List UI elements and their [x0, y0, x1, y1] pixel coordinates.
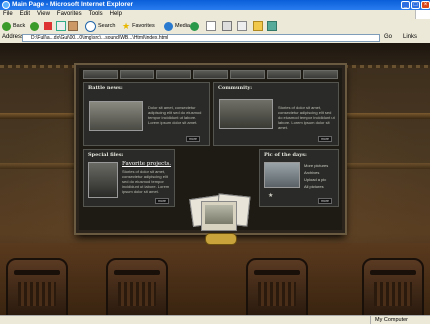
menu-help[interactable]: Help: [107, 10, 126, 17]
special-files-more-button[interactable]: more: [155, 198, 169, 204]
battle-news-text: Dolor sit amet, consectetur adipiscing e…: [148, 105, 202, 125]
favorites-button[interactable]: ★ Favorites: [122, 21, 155, 31]
crate-decoration: [6, 258, 68, 315]
title-bar: Main Page - Microsoft Internet Explorer …: [0, 0, 430, 10]
menu-file[interactable]: File: [0, 10, 17, 17]
crate-decoration: [362, 258, 424, 315]
star-icon: ★: [122, 20, 131, 31]
search-button[interactable]: Search: [85, 20, 115, 32]
address-label: Address: [2, 34, 25, 40]
nav-tab[interactable]: [229, 70, 265, 79]
nav-tab[interactable]: [303, 70, 339, 79]
community-panel: Community: Stories of dolor sit amet, co…: [213, 82, 339, 146]
special-files-panel: Special files: Favorite projects. Storie…: [83, 149, 175, 207]
messenger-icon: [267, 21, 277, 31]
battle-news-title: Battle news:: [88, 85, 123, 91]
menu-view[interactable]: View: [34, 10, 54, 17]
pic-of-day-panel: Pic of the days: More pictures Archives …: [259, 149, 339, 207]
maximize-button[interactable]: □: [411, 1, 420, 9]
special-files-text: Stories of dolor sit amet, consectetur a…: [122, 169, 170, 194]
nav-tab[interactable]: [83, 70, 118, 79]
nav-tab[interactable]: [193, 70, 228, 79]
minimize-button[interactable]: _: [401, 1, 410, 9]
upload-pic-link[interactable]: Upload a pic: [304, 176, 338, 183]
page-viewport: Battle news: Dolor sit amet, consectetur…: [0, 43, 430, 315]
history-button[interactable]: [190, 21, 201, 31]
back-arrow-icon: [2, 21, 11, 31]
links-button[interactable]: Links: [403, 34, 417, 40]
close-button[interactable]: ×: [421, 1, 430, 9]
print-icon: [222, 21, 232, 31]
mail-button[interactable]: [206, 21, 218, 31]
media-button[interactable]: Media: [164, 21, 190, 31]
menu-tools[interactable]: Tools: [86, 10, 107, 17]
forward-arrow-icon: [30, 21, 39, 31]
pic-of-day-title: Pic of the days:: [264, 152, 307, 158]
forward-button[interactable]: [30, 21, 41, 31]
stop-button[interactable]: [44, 21, 54, 31]
pic-of-day-image[interactable]: [264, 162, 300, 188]
print-button[interactable]: [222, 21, 234, 31]
photo-card: [201, 201, 237, 231]
aircraft-photo: [205, 205, 233, 224]
medal-badge: [205, 233, 237, 245]
pic-of-day-more-button[interactable]: more: [318, 198, 332, 204]
crate-decoration: [246, 258, 308, 315]
stop-icon: [44, 22, 52, 30]
favorite-projects-link[interactable]: Favorite projects.: [122, 161, 171, 167]
folder-button[interactable]: [253, 21, 265, 31]
battle-news-more-button[interactable]: more: [186, 136, 200, 142]
community-more-button[interactable]: more: [318, 136, 332, 142]
community-image[interactable]: [219, 99, 273, 129]
archives-link[interactable]: Archives: [304, 169, 338, 176]
battle-news-panel: Battle news: Dolor sit amet, consectetur…: [83, 82, 210, 146]
edit-icon: [237, 21, 247, 31]
pic-of-day-links: More pictures Archives Upload a pic All …: [304, 162, 338, 190]
refresh-button[interactable]: [56, 21, 68, 31]
messenger-button[interactable]: [267, 21, 279, 31]
window-title: Main Page - Microsoft Internet Explorer: [12, 1, 133, 8]
address-input[interactable]: D:\Full\a...dx\Gui\00...0\img\src\...sou…: [22, 34, 380, 42]
menu-favorites[interactable]: Favorites: [54, 10, 86, 17]
nav-tab[interactable]: [119, 70, 155, 79]
photo-stack[interactable]: [187, 191, 253, 247]
community-text: Stories of dolor sit amet, consectetur a…: [278, 105, 335, 130]
back-button[interactable]: Back: [2, 21, 25, 31]
special-files-title: Special files:: [88, 152, 124, 158]
nav-tabs: [83, 70, 339, 79]
home-button[interactable]: [68, 21, 80, 31]
toolbar: Back Search ★ Favorites Media: [0, 19, 430, 34]
crate-decoration: [106, 258, 168, 315]
menu-edit[interactable]: Edit: [17, 10, 34, 17]
windows-logo-icon: [415, 10, 430, 19]
refresh-icon: [56, 21, 66, 31]
history-icon: [190, 21, 199, 31]
nav-tab[interactable]: [156, 70, 192, 79]
community-title: Community:: [218, 85, 253, 91]
ie-logo-icon: [2, 1, 10, 9]
battle-news-image[interactable]: [89, 101, 143, 131]
special-files-cover-image[interactable]: [88, 162, 118, 198]
search-icon: [85, 20, 96, 32]
star-icon: ★: [268, 193, 274, 199]
folder-icon: [253, 21, 263, 31]
media-icon: [164, 21, 173, 31]
mail-icon: [206, 21, 216, 31]
all-pictures-link[interactable]: All pictures: [304, 183, 338, 190]
go-button[interactable]: Go: [384, 34, 392, 40]
more-pictures-link[interactable]: More pictures: [304, 162, 338, 169]
nav-tab[interactable]: [266, 70, 302, 79]
home-icon: [68, 21, 78, 31]
top-metal-band: [0, 43, 430, 65]
edit-button[interactable]: [237, 21, 249, 31]
